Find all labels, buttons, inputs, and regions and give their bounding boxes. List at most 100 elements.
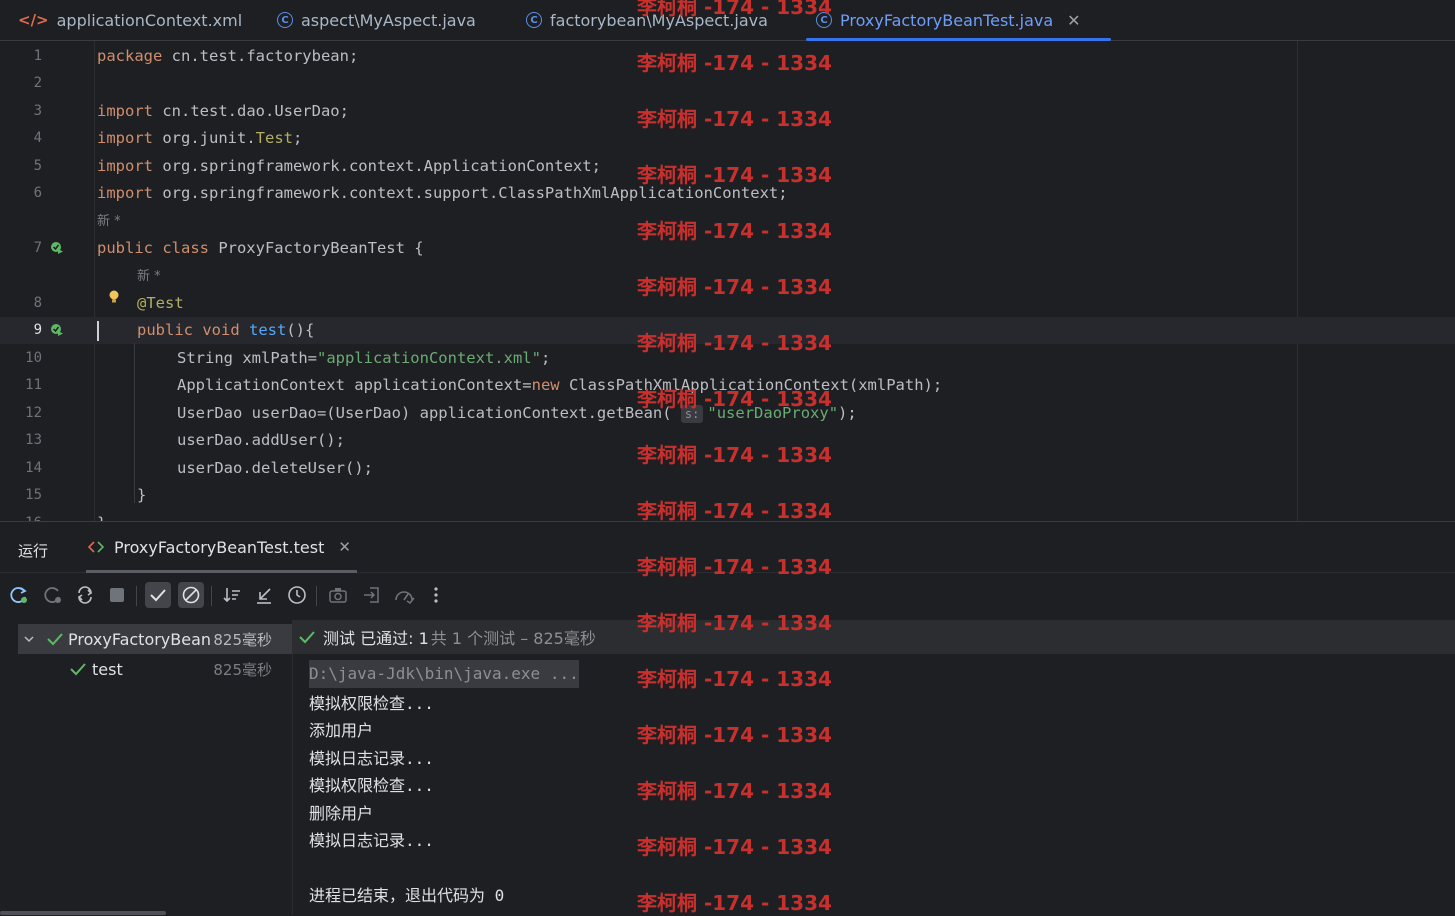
code-text: userDao.addUser(); xyxy=(177,431,345,449)
code-line: 8 @Test xyxy=(0,290,1455,317)
stop-icon[interactable] xyxy=(104,582,130,608)
import-icon[interactable] xyxy=(359,582,385,608)
check-icon xyxy=(47,633,63,646)
chevron-down-icon[interactable] xyxy=(23,633,35,645)
usage-hint[interactable]: 新 * xyxy=(137,263,161,290)
line-number: 5 xyxy=(33,158,42,174)
tab-label: factorybean\MyAspect.java xyxy=(550,10,768,30)
tab-proxyfactorybeantest[interactable]: C ProxyFactoryBeanTest.java ✕ xyxy=(806,0,1111,41)
console-line: 删除用户 xyxy=(309,804,374,823)
code-line: 16 } xyxy=(0,510,1455,521)
run-header: 运行 ProxyFactoryBeanTest.test ✕ xyxy=(0,522,1455,573)
code-line: 3 import cn.test.dao.UserDao; xyxy=(0,98,1455,125)
line-number: 8 xyxy=(33,295,42,311)
code-text: import org.springframework.context.Appli… xyxy=(97,157,601,175)
parameter-hint: s: xyxy=(680,405,704,423)
editor-tab-bar: </> applicationContext.xml C aspect\MyAs… xyxy=(0,0,1455,41)
show-passed-icon[interactable] xyxy=(145,582,171,608)
code-text: public void test(){ xyxy=(137,321,315,339)
run-tab-label: ProxyFactoryBeanTest.test xyxy=(114,537,325,557)
run-tool-window: 运行 ProxyFactoryBeanTest.test ✕ ProxyFact… xyxy=(0,521,1455,915)
line-number: 13 xyxy=(25,432,42,448)
more-options-icon[interactable] xyxy=(423,582,449,608)
console-line: 模拟权限检查... xyxy=(309,776,434,795)
camera-icon[interactable] xyxy=(325,582,351,608)
code-text: } xyxy=(97,510,106,521)
tab-label: aspect\MyAspect.java xyxy=(301,10,476,30)
test-tree: ProxyFactoryBean 825毫秒 test 825毫秒 xyxy=(0,620,293,915)
line-number: 15 xyxy=(25,487,42,503)
code-line: 1 package cn.test.factorybean; xyxy=(0,43,1455,70)
line-number: 12 xyxy=(25,405,42,421)
lightbulb-icon[interactable] xyxy=(108,290,120,304)
tab-aspect-myaspect[interactable]: C aspect\MyAspect.java xyxy=(277,0,476,40)
line-number: 11 xyxy=(25,377,42,393)
status-detail-text: 共 1 个测试 – 825毫秒 xyxy=(430,629,596,648)
tab-label: ProxyFactoryBeanTest.java xyxy=(840,10,1054,30)
run-title: 运行 xyxy=(18,542,49,560)
code-line: 15 } xyxy=(0,482,1455,509)
code-line: 6 import org.springframework.context.sup… xyxy=(0,180,1455,207)
suite-time: 825毫秒 xyxy=(213,630,272,649)
code-line: 13 userDao.addUser(); xyxy=(0,427,1455,454)
code-text: UserDao userDao=(UserDao) applicationCon… xyxy=(177,404,857,423)
test-label: test xyxy=(92,659,123,679)
tab-application-context-xml[interactable]: </> applicationContext.xml xyxy=(18,0,242,40)
console-output[interactable]: 测试 已通过: 1 共 1 个测试 – 825毫秒 D:\java-Jdk\bi… xyxy=(293,620,1455,915)
run-test-icon[interactable] xyxy=(50,241,64,255)
code-line: 12 UserDao userDao=(UserDao) application… xyxy=(0,400,1455,427)
code-meta-line: 新 * xyxy=(0,263,1455,290)
history-icon[interactable] xyxy=(284,582,310,608)
run-config-tab[interactable]: ProxyFactoryBeanTest.test ✕ xyxy=(86,522,357,573)
collapse-all-icon[interactable] xyxy=(251,582,277,608)
code-text: } xyxy=(137,486,147,504)
coverage-icon[interactable] xyxy=(391,582,417,608)
console-line: 模拟日志记录... xyxy=(309,749,434,768)
test-time: 825毫秒 xyxy=(213,660,272,679)
sort-icon[interactable] xyxy=(219,582,245,608)
rerun-failed-icon[interactable] xyxy=(40,582,66,608)
line-number: 7 xyxy=(33,240,42,256)
code-line-current: 9 public void test(){ xyxy=(0,317,1455,344)
code-line: 4 import org.junit.Test; xyxy=(0,125,1455,152)
suite-label: ProxyFactoryBean xyxy=(68,629,212,649)
xml-file-icon: </> xyxy=(18,11,49,29)
code-text: import org.junit.Test; xyxy=(97,129,303,147)
test-tree-suite[interactable]: ProxyFactoryBean 825毫秒 xyxy=(18,624,292,654)
test-config-icon xyxy=(88,541,105,553)
test-tree-item[interactable]: test 825毫秒 xyxy=(18,654,292,684)
java-class-icon: C xyxy=(816,12,832,28)
check-icon xyxy=(70,663,86,676)
tab-factorybean-myaspect[interactable]: C factorybean\MyAspect.java xyxy=(526,0,768,40)
code-line: 11 ApplicationContext applicationContext… xyxy=(0,372,1455,399)
show-ignored-icon[interactable] xyxy=(178,582,204,608)
status-pass-text: 测试 已通过: 1 xyxy=(323,629,429,648)
code-text: @Test xyxy=(137,294,184,312)
usage-hint[interactable]: 新 * xyxy=(97,208,121,235)
code-line: 5 import org.springframework.context.App… xyxy=(0,153,1455,180)
console-command-line[interactable]: D:\java-Jdk\bin\java.exe ... xyxy=(309,660,579,688)
rerun-icon[interactable] xyxy=(6,582,32,608)
code-editor[interactable]: 1 package cn.test.factorybean; 2 3 impor… xyxy=(0,41,1455,521)
console-exit-line: 进程已结束，退出代码为 0 xyxy=(309,886,505,905)
java-class-icon: C xyxy=(277,12,293,28)
line-number: 10 xyxy=(25,350,42,366)
code-text: import org.springframework.context.suppo… xyxy=(97,184,788,202)
tree-scrollbar[interactable] xyxy=(0,911,166,915)
code-line: 10 String xmlPath="applicationContext.xm… xyxy=(0,345,1455,372)
toggle-auto-test-icon[interactable] xyxy=(72,582,98,608)
toolbar-separator xyxy=(211,586,212,606)
close-icon[interactable]: ✕ xyxy=(1067,11,1080,30)
console-line: 模拟权限检查... xyxy=(309,694,434,713)
close-icon[interactable]: ✕ xyxy=(338,538,351,556)
code-text: userDao.deleteUser(); xyxy=(177,459,373,477)
code-text: public class ProxyFactoryBeanTest { xyxy=(97,239,424,257)
run-test-icon[interactable] xyxy=(50,323,64,337)
line-number: 16 xyxy=(0,510,42,521)
line-number: 14 xyxy=(25,460,42,476)
tab-label: applicationContext.xml xyxy=(56,10,243,30)
line-number: 2 xyxy=(33,75,42,91)
code-text: import cn.test.dao.UserDao; xyxy=(97,102,349,120)
java-class-icon: C xyxy=(526,12,542,28)
line-number: 3 xyxy=(33,103,42,119)
